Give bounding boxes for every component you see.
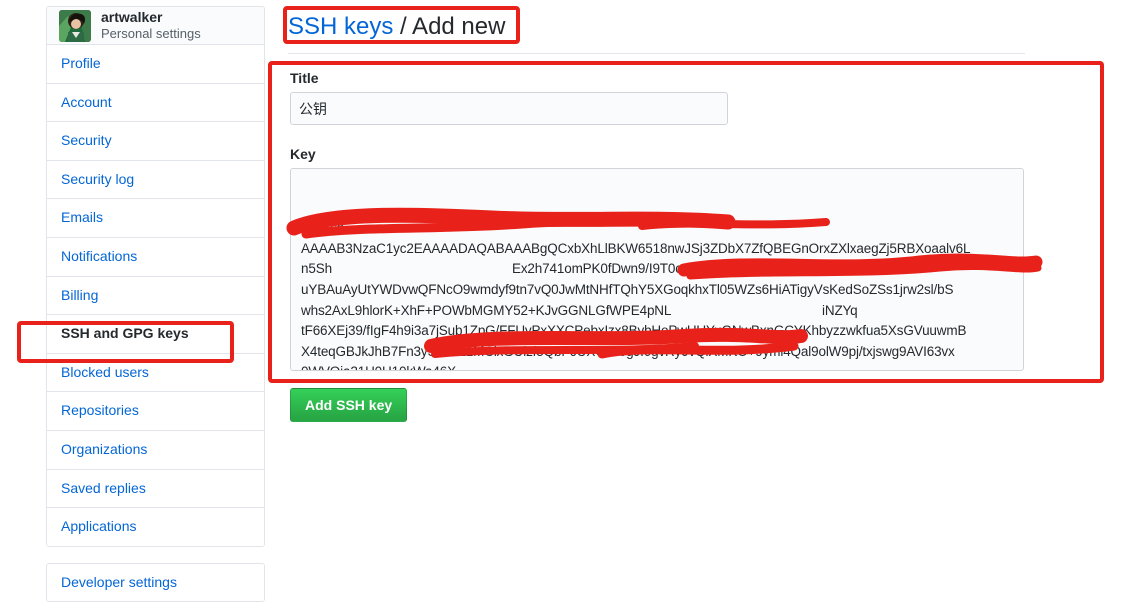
- sidebar-item-ssh-and-gpg-keys[interactable]: SSH and GPG keys: [47, 315, 264, 354]
- user-subtitle: Personal settings: [101, 25, 201, 41]
- page-title: SSH keys / Add new: [288, 12, 505, 42]
- ssh-keys-link[interactable]: SSH keys: [288, 13, 393, 40]
- resize-grip-icon[interactable]: [1011, 358, 1021, 368]
- key-field-group: Key ssh-rsa AAAAB3NzaC1yc2EAAAADAQABAAABg…: [290, 146, 1026, 371]
- key-line: whs2AxL9hlorK+XhF+POWbMGMY52+KJvGGNLGfWP…: [301, 302, 858, 318]
- title-field-label: Title: [290, 70, 319, 86]
- sidebar-item-developer-settings[interactable]: Developer settings: [47, 563, 264, 602]
- sidebar-primary-card: artwalker Personal settings Profile Accou…: [46, 6, 265, 547]
- sidebar-item-applications[interactable]: Applications: [47, 508, 264, 546]
- sidebar-item-repositories[interactable]: Repositories: [47, 392, 264, 431]
- settings-page: artwalker Personal settings Profile Accou…: [0, 0, 1131, 612]
- page-title-suffix: / Add new: [393, 13, 506, 40]
- key-line: X4teqGBJkJhB7Fn3yS2cbZ1MCixGUizf5QbPJUXO…: [301, 343, 955, 359]
- settings-sidebar: artwalker Personal settings Profile Accou…: [46, 6, 265, 603]
- user-name: artwalker: [101, 9, 163, 26]
- key-line: AAAAB3NzaC1yc2EAAAADAQABAAABgQCxbXhLlBKW…: [301, 240, 971, 256]
- key-line: 0WVOja21H0H10kWa46X: [301, 362, 1013, 370]
- sidebar-nav-list: Profile Account Security Security log Emails…: [47, 45, 264, 546]
- sidebar-item-saved-replies[interactable]: Saved replies: [47, 469, 264, 509]
- sidebar-developer-card: Developer settings: [46, 562, 265, 603]
- key-line: ssh-rsa: [301, 220, 345, 236]
- user-meta: artwalker Personal settings: [101, 9, 201, 41]
- sidebar-item-notifications[interactable]: Notifications: [47, 237, 264, 277]
- sidebar-item-blocked-users[interactable]: Blocked users: [47, 353, 264, 393]
- sidebar-item-profile[interactable]: Profile: [47, 45, 264, 84]
- key-line: tF66XEj39/fIgF4h9i3a7jSub1ZpG/FFUyPxXXCP…: [301, 323, 967, 339]
- sidebar-item-account[interactable]: Account: [47, 83, 264, 123]
- key-field-label: Key: [290, 146, 316, 162]
- sidebar-item-security-log[interactable]: Security log: [47, 160, 264, 200]
- sidebar-item-emails[interactable]: Emails: [47, 199, 264, 238]
- sidebar-user-block: artwalker Personal settings: [47, 7, 264, 45]
- key-line: n5Sh Ex2h741omPK0fDwn9/I9T0cntGlA2vnFola…: [301, 261, 859, 277]
- sidebar-item-security[interactable]: Security: [47, 122, 264, 161]
- title-divider: [288, 53, 1025, 54]
- sidebar-item-billing[interactable]: Billing: [47, 276, 264, 316]
- title-input[interactable]: [290, 92, 728, 125]
- title-field-group: Title: [290, 70, 730, 125]
- sidebar-developer-list: Developer settings: [47, 563, 264, 602]
- sidebar-item-organizations[interactable]: Organizations: [47, 430, 264, 470]
- key-line: uYBAuAyUtYWDvwQFNcO9wmdyf9tn7vQ0JwMtNHfT…: [301, 281, 954, 297]
- user-avatar-image: [59, 9, 91, 42]
- add-ssh-key-button[interactable]: Add SSH key: [290, 388, 408, 422]
- key-textarea[interactable]: ssh-rsa AAAAB3NzaC1yc2EAAAADAQABAAABgQCxb…: [290, 168, 1024, 371]
